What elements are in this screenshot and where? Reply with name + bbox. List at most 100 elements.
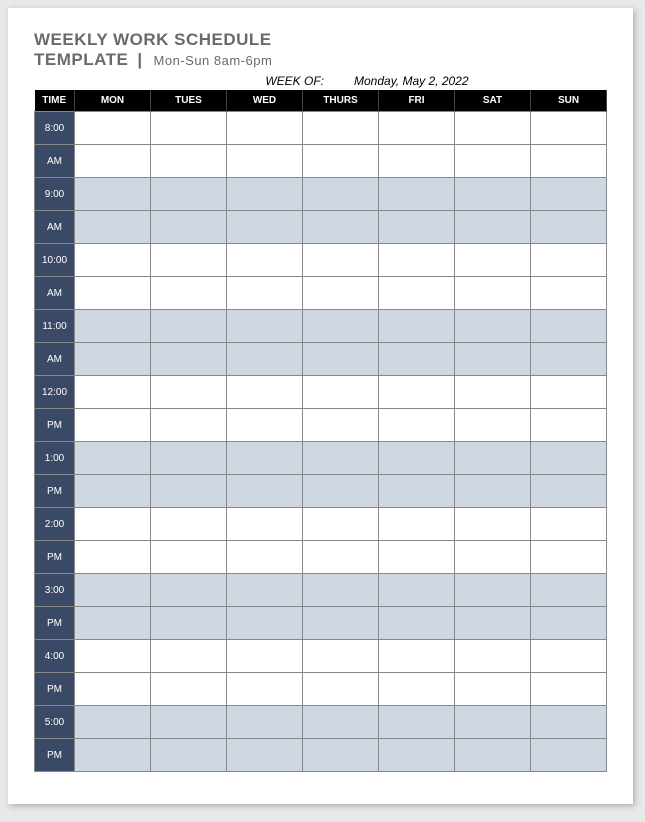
slot-cell[interactable] <box>531 541 607 574</box>
slot-cell[interactable] <box>151 706 227 739</box>
slot-cell[interactable] <box>227 409 303 442</box>
slot-cell[interactable] <box>227 673 303 706</box>
slot-cell[interactable] <box>379 376 455 409</box>
slot-cell[interactable] <box>531 442 607 475</box>
slot-cell[interactable] <box>151 211 227 244</box>
slot-cell[interactable] <box>303 376 379 409</box>
slot-cell[interactable] <box>227 475 303 508</box>
slot-cell[interactable] <box>151 409 227 442</box>
slot-cell[interactable] <box>303 409 379 442</box>
slot-cell[interactable] <box>151 343 227 376</box>
slot-cell[interactable] <box>75 244 151 277</box>
slot-cell[interactable] <box>227 607 303 640</box>
slot-cell[interactable] <box>227 244 303 277</box>
slot-cell[interactable] <box>75 640 151 673</box>
slot-cell[interactable] <box>227 310 303 343</box>
slot-cell[interactable] <box>379 277 455 310</box>
slot-cell[interactable] <box>75 475 151 508</box>
slot-cell[interactable] <box>303 310 379 343</box>
slot-cell[interactable] <box>75 310 151 343</box>
slot-cell[interactable] <box>379 409 455 442</box>
slot-cell[interactable] <box>303 541 379 574</box>
slot-cell[interactable] <box>531 739 607 772</box>
slot-cell[interactable] <box>227 640 303 673</box>
slot-cell[interactable] <box>151 640 227 673</box>
slot-cell[interactable] <box>75 145 151 178</box>
slot-cell[interactable] <box>151 541 227 574</box>
slot-cell[interactable] <box>227 706 303 739</box>
slot-cell[interactable] <box>227 574 303 607</box>
slot-cell[interactable] <box>455 376 531 409</box>
slot-cell[interactable] <box>303 607 379 640</box>
slot-cell[interactable] <box>75 706 151 739</box>
slot-cell[interactable] <box>151 739 227 772</box>
slot-cell[interactable] <box>75 739 151 772</box>
slot-cell[interactable] <box>151 673 227 706</box>
slot-cell[interactable] <box>303 178 379 211</box>
slot-cell[interactable] <box>227 343 303 376</box>
slot-cell[interactable] <box>303 277 379 310</box>
slot-cell[interactable] <box>379 310 455 343</box>
slot-cell[interactable] <box>531 409 607 442</box>
slot-cell[interactable] <box>75 673 151 706</box>
slot-cell[interactable] <box>303 244 379 277</box>
slot-cell[interactable] <box>227 376 303 409</box>
slot-cell[interactable] <box>151 376 227 409</box>
slot-cell[interactable] <box>455 739 531 772</box>
slot-cell[interactable] <box>151 475 227 508</box>
slot-cell[interactable] <box>379 739 455 772</box>
slot-cell[interactable] <box>151 145 227 178</box>
slot-cell[interactable] <box>303 706 379 739</box>
slot-cell[interactable] <box>379 706 455 739</box>
slot-cell[interactable] <box>379 244 455 277</box>
slot-cell[interactable] <box>227 541 303 574</box>
slot-cell[interactable] <box>455 640 531 673</box>
slot-cell[interactable] <box>303 739 379 772</box>
slot-cell[interactable] <box>227 211 303 244</box>
slot-cell[interactable] <box>455 112 531 145</box>
slot-cell[interactable] <box>303 640 379 673</box>
slot-cell[interactable] <box>75 541 151 574</box>
slot-cell[interactable] <box>75 343 151 376</box>
slot-cell[interactable] <box>531 112 607 145</box>
slot-cell[interactable] <box>531 376 607 409</box>
slot-cell[interactable] <box>455 508 531 541</box>
slot-cell[interactable] <box>227 178 303 211</box>
slot-cell[interactable] <box>227 442 303 475</box>
slot-cell[interactable] <box>303 673 379 706</box>
slot-cell[interactable] <box>455 574 531 607</box>
slot-cell[interactable] <box>75 112 151 145</box>
slot-cell[interactable] <box>531 574 607 607</box>
slot-cell[interactable] <box>531 211 607 244</box>
slot-cell[interactable] <box>455 277 531 310</box>
slot-cell[interactable] <box>151 574 227 607</box>
slot-cell[interactable] <box>379 508 455 541</box>
slot-cell[interactable] <box>151 244 227 277</box>
slot-cell[interactable] <box>303 211 379 244</box>
slot-cell[interactable] <box>455 178 531 211</box>
slot-cell[interactable] <box>379 211 455 244</box>
slot-cell[interactable] <box>379 607 455 640</box>
slot-cell[interactable] <box>455 673 531 706</box>
slot-cell[interactable] <box>379 343 455 376</box>
slot-cell[interactable] <box>455 145 531 178</box>
slot-cell[interactable] <box>531 475 607 508</box>
slot-cell[interactable] <box>303 475 379 508</box>
slot-cell[interactable] <box>455 211 531 244</box>
slot-cell[interactable] <box>379 475 455 508</box>
slot-cell[interactable] <box>455 541 531 574</box>
slot-cell[interactable] <box>303 343 379 376</box>
slot-cell[interactable] <box>379 673 455 706</box>
slot-cell[interactable] <box>531 508 607 541</box>
slot-cell[interactable] <box>531 673 607 706</box>
slot-cell[interactable] <box>75 211 151 244</box>
slot-cell[interactable] <box>227 112 303 145</box>
slot-cell[interactable] <box>379 145 455 178</box>
slot-cell[interactable] <box>531 607 607 640</box>
slot-cell[interactable] <box>151 442 227 475</box>
slot-cell[interactable] <box>75 574 151 607</box>
slot-cell[interactable] <box>379 178 455 211</box>
slot-cell[interactable] <box>531 145 607 178</box>
slot-cell[interactable] <box>227 277 303 310</box>
slot-cell[interactable] <box>531 178 607 211</box>
